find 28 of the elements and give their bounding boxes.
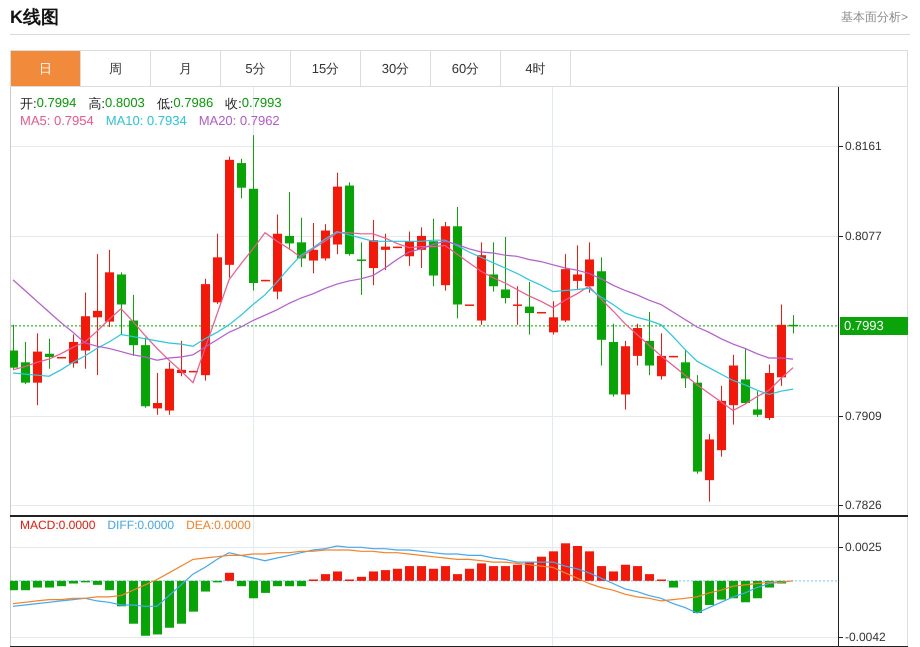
quote-label: 收: [225,95,242,113]
moving-average-name: MA10 [106,113,140,128]
axis-label: 0.0025 [845,540,882,554]
quote-value: 0.7994 [36,95,76,112]
quote-label: 开: [20,95,37,113]
indicator-value: :0.0000 [134,518,174,532]
indicator-value: :0.0000 [210,518,251,532]
moving-average-value: : 0.7962 [232,113,280,128]
axis-label: -0.0042 [845,630,886,644]
quote-label: 低: [156,95,174,113]
indicator-name: DIFF [107,518,134,532]
quote-value: 0.7993 [242,95,282,112]
moving-average-value: : 0.7934 [140,113,187,128]
quote-value: 0.7986 [173,95,214,112]
indicator-name: DEA [186,518,211,532]
moving-average-name: MA20 [198,113,233,128]
axis-label: 0.7909 [845,409,882,423]
chart-title: K线图 [10,6,59,29]
moving-average-value: : 0.7954 [46,113,94,128]
moving-average-name: MA5 [20,113,47,128]
indicator-name: MACD [20,518,56,532]
quote-value: 0.8003 [105,95,145,112]
axis-label: 0.7826 [845,498,882,512]
axis-label: 0.8161 [845,139,882,153]
indicator-value: :0.0000 [55,518,96,532]
axis-label: 0.8077 [845,229,882,243]
last-price-label: 0.7993 [840,317,908,335]
quote-label: 高: [88,95,106,113]
